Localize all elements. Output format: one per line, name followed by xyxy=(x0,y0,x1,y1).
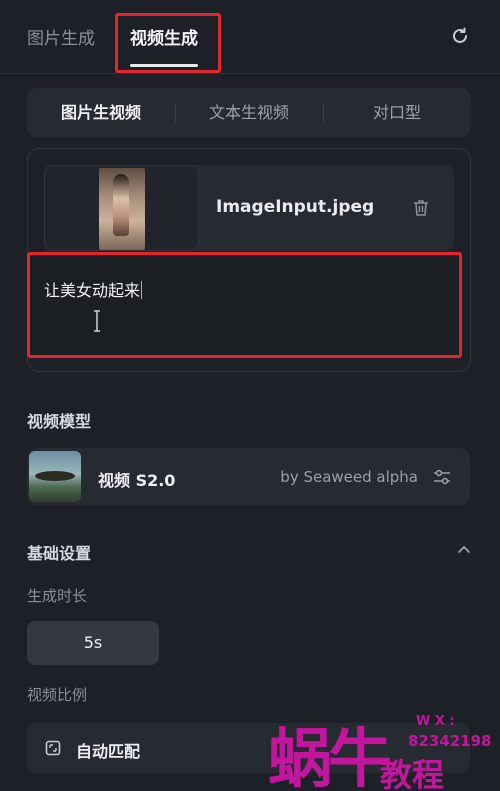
mode-tab-image-to-video[interactable]: 图片生视频 xyxy=(27,88,175,137)
tab-image-generation[interactable]: 图片生成 xyxy=(27,24,95,49)
image-thumbnail-frame[interactable] xyxy=(44,165,199,251)
text-caret xyxy=(141,281,143,299)
mode-tab-text-to-video[interactable]: 文本生视频 xyxy=(175,88,323,137)
model-provider: by Seaweed alpha xyxy=(280,468,418,486)
image-thumbnail xyxy=(99,168,145,250)
video-model-selector[interactable]: 视频 S2.0 by Seaweed alpha xyxy=(27,448,470,505)
prompt-input[interactable]: 让美女动起来 xyxy=(27,252,462,358)
top-tab-bar: 图片生成 视频生成 xyxy=(0,0,500,74)
uploaded-file-row: ImageInput.jpeg xyxy=(44,165,454,251)
trash-icon[interactable] xyxy=(412,198,430,218)
sliders-icon[interactable] xyxy=(432,467,452,487)
file-name: ImageInput.jpeg xyxy=(216,197,375,217)
mode-segmented-control: 图片生视频 文本生视频 对口型 xyxy=(27,88,471,137)
chevron-up-icon[interactable] xyxy=(456,541,472,557)
duration-label: 生成时长 xyxy=(27,587,88,605)
mode-tab-lip-sync[interactable]: 对口型 xyxy=(323,88,471,137)
text-cursor-icon xyxy=(94,310,100,332)
highlight-box-tab xyxy=(115,13,221,73)
aspect-ratio-value: 自动匹配 xyxy=(76,742,141,761)
model-name: 视频 S2.0 xyxy=(98,471,176,490)
refresh-icon[interactable] xyxy=(450,26,470,46)
duration-option-5s[interactable]: 5s xyxy=(27,621,159,665)
aspect-ratio-label: 视频比例 xyxy=(27,686,88,704)
model-thumbnail xyxy=(29,451,81,502)
aspect-ratio-icon xyxy=(45,740,61,756)
aspect-ratio-selector[interactable]: 自动匹配 xyxy=(27,723,470,773)
basic-settings-title: 基础设置 xyxy=(27,544,92,563)
video-model-title: 视频模型 xyxy=(27,412,92,431)
prompt-text[interactable]: 让美女动起来 xyxy=(44,277,143,301)
